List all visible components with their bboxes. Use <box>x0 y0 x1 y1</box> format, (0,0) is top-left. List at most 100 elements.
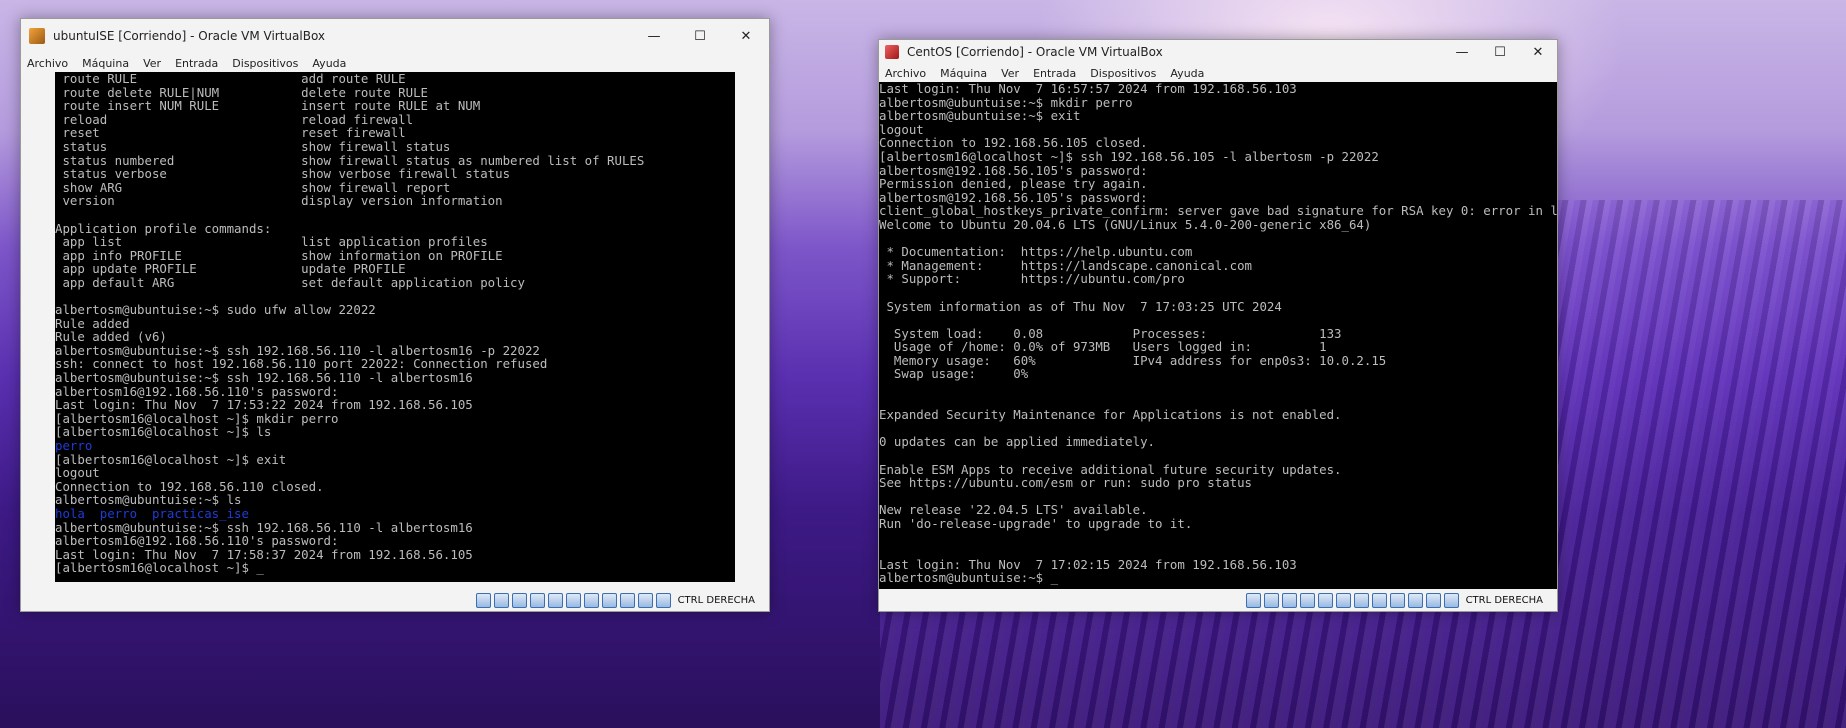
status-icon[interactable] <box>1263 592 1279 608</box>
terminal-line: Permission denied, please try again. <box>879 176 1148 192</box>
minimize-button[interactable]: — <box>631 19 677 53</box>
terminal-line: Welcome to Ubuntu 20.04.6 LTS (GNU/Linux… <box>879 216 1372 232</box>
terminal-line: System load: 0.08 Processes: 133 <box>879 325 1342 341</box>
minimize-button[interactable]: — <box>1443 40 1481 64</box>
menu-archivo[interactable]: Archivo <box>27 57 68 70</box>
status-icon[interactable] <box>583 592 599 608</box>
terminal-line: ssh: connect to host 192.168.56.110 port… <box>55 356 548 372</box>
terminal-line: [albertosm16@localhost ~]$ ls <box>55 424 272 440</box>
maximize-icon: ☐ <box>1494 44 1506 60</box>
menu-ver[interactable]: Ver <box>1001 67 1019 80</box>
terminal-line: Enable ESM Apps to receive additional fu… <box>879 461 1342 477</box>
status-icon[interactable] <box>1389 592 1405 608</box>
menu-entrada[interactable]: Entrada <box>1033 67 1076 80</box>
status-icon[interactable] <box>1371 592 1387 608</box>
menu-ayuda[interactable]: Ayuda <box>312 57 346 70</box>
terminal-line: [albertosm16@localhost ~]$ ssh 192.168.5… <box>879 148 1379 164</box>
status-icon[interactable] <box>475 592 491 608</box>
terminal-line: [albertosm16@localhost ~]$ exit <box>55 451 287 467</box>
maximize-button[interactable]: ☐ <box>677 19 723 53</box>
terminal-line: client_global_hostkeys_private_confirm: … <box>879 203 1557 219</box>
terminal-line: status verbose show verbose firewall sta… <box>55 166 511 182</box>
status-icon[interactable] <box>1425 592 1441 608</box>
terminal-line: show ARG show firewall report <box>55 179 451 195</box>
terminal-line: albertosm@ubuntuise:~$ ls <box>55 492 242 508</box>
terminal-line: albertosm@ubuntuise:~$ ssh 192.168.56.11… <box>55 370 473 386</box>
terminal-line: albertosm16@192.168.56.110's password: <box>55 533 339 549</box>
status-icon[interactable] <box>1299 592 1315 608</box>
status-icon[interactable] <box>1281 592 1297 608</box>
window-ubuntuise[interactable]: ubuntuISE [Corriendo] - Oracle VM Virtua… <box>20 18 770 612</box>
terminal-line: Last login: Thu Nov 7 16:57:57 2024 from… <box>879 82 1297 96</box>
terminal-line: Last login: Thu Nov 7 17:02:15 2024 from… <box>879 556 1297 572</box>
status-icon[interactable] <box>637 592 653 608</box>
vm-screen[interactable]: route RULE add route RULE route delete R… <box>55 72 735 582</box>
terminal-line: app info PROFILE show information on PRO… <box>55 247 503 263</box>
status-icon[interactable] <box>655 592 671 608</box>
menu-maquina[interactable]: Máquina <box>940 67 987 80</box>
status-icon[interactable] <box>547 592 563 608</box>
menu-dispositivos[interactable]: Dispositivos <box>1090 67 1156 80</box>
terminal-line: Rule added (v6) <box>55 329 167 345</box>
menubar: Archivo Máquina Ver Entrada Dispositivos… <box>879 64 1557 82</box>
terminal-line: status show firewall status <box>55 138 451 154</box>
terminal-line: albertosm@ubuntuise:~$ _ <box>879 570 1059 586</box>
status-icon[interactable] <box>1443 592 1459 608</box>
menu-maquina[interactable]: Máquina <box>82 57 129 70</box>
status-icon[interactable] <box>1353 592 1369 608</box>
menu-entrada[interactable]: Entrada <box>175 57 218 70</box>
terminal-line: albertosm@ubuntuise:~$ sudo ufw allow 22… <box>55 302 376 318</box>
status-icon[interactable] <box>1407 592 1423 608</box>
terminal-line: See https://ubuntu.com/esm or run: sudo … <box>879 475 1252 491</box>
terminal-line: System information as of Thu Nov 7 17:03… <box>879 298 1282 314</box>
status-icon[interactable] <box>1335 592 1351 608</box>
terminal-line: albertosm@192.168.56.105's password: <box>879 162 1148 178</box>
maximize-icon: ☐ <box>694 28 706 44</box>
status-icon[interactable] <box>1317 592 1333 608</box>
terminal-line: app update PROFILE update PROFILE <box>55 261 406 277</box>
status-icon[interactable] <box>619 592 635 608</box>
terminal-line: albertosm@ubuntuise:~$ exit <box>879 108 1081 124</box>
menu-archivo[interactable]: Archivo <box>885 67 926 80</box>
terminal-line: hola perro practicas_ise <box>55 506 249 521</box>
minimize-icon: — <box>1455 44 1469 60</box>
window-title: CentOS [Corriendo] - Oracle VM VirtualBo… <box>907 45 1163 59</box>
status-icon[interactable] <box>1245 592 1261 608</box>
titlebar[interactable]: CentOS [Corriendo] - Oracle VM VirtualBo… <box>879 40 1557 64</box>
terminal-line: logout <box>55 465 100 481</box>
menu-ayuda[interactable]: Ayuda <box>1170 67 1204 80</box>
menu-ver[interactable]: Ver <box>143 57 161 70</box>
maximize-button[interactable]: ☐ <box>1481 40 1519 64</box>
status-icon[interactable] <box>601 592 617 608</box>
terminal-line: albertosm@ubuntuise:~$ ssh 192.168.56.11… <box>55 342 540 358</box>
terminal-line: route delete RULE|NUM delete route RULE <box>55 84 428 100</box>
terminal-line: app default ARG set default application … <box>55 274 525 290</box>
close-button[interactable]: ✕ <box>723 19 769 53</box>
terminal-line: route RULE add route RULE <box>55 72 406 86</box>
terminal-line: * Support: https://ubuntu.com/pro <box>879 271 1185 287</box>
terminal-line: Last login: Thu Nov 7 17:53:22 2024 from… <box>55 397 473 413</box>
status-icon[interactable] <box>493 592 509 608</box>
vm-screen[interactable]: Last login: Thu Nov 7 16:57:57 2024 from… <box>879 82 1557 589</box>
close-button[interactable]: ✕ <box>1519 40 1557 64</box>
terminal-line: albertosm@192.168.56.105's password: <box>879 189 1148 205</box>
window-centos[interactable]: CentOS [Corriendo] - Oracle VM VirtualBo… <box>878 39 1558 612</box>
virtualbox-icon <box>29 28 45 44</box>
titlebar[interactable]: ubuntuISE [Corriendo] - Oracle VM Virtua… <box>21 19 769 53</box>
status-icon[interactable] <box>565 592 581 608</box>
terminal-line: Rule added <box>55 315 130 331</box>
menu-dispositivos[interactable]: Dispositivos <box>232 57 298 70</box>
virtualbox-icon <box>885 45 899 59</box>
status-icon[interactable] <box>529 592 545 608</box>
terminal-line: Connection to 192.168.56.105 closed. <box>879 135 1148 151</box>
status-icon[interactable] <box>511 592 527 608</box>
vm-statusbar: CTRL DERECHA <box>21 589 769 611</box>
close-icon: ✕ <box>740 28 752 44</box>
